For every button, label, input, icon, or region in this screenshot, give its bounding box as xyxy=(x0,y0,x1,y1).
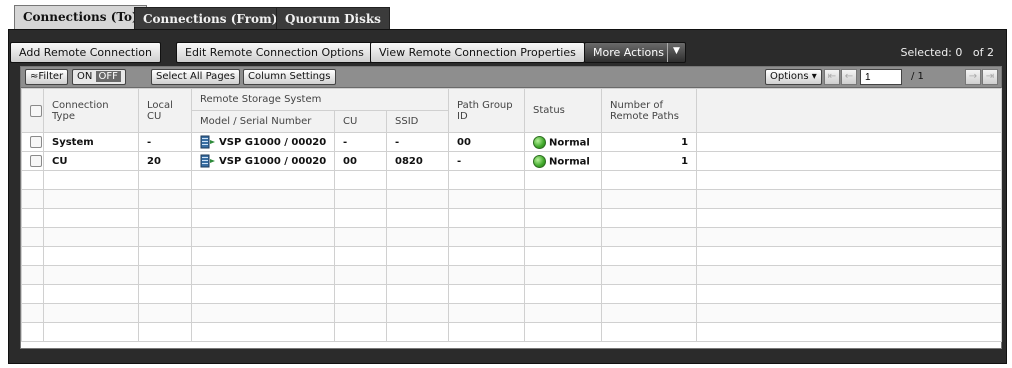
empty-row xyxy=(21,170,1003,190)
header-empty xyxy=(696,88,1003,133)
first-page-icon[interactable]: ⇤ xyxy=(824,69,840,85)
empty-row xyxy=(21,189,1003,209)
cell-remote-paths: 1 xyxy=(601,151,698,171)
header-status[interactable]: Status xyxy=(524,88,603,133)
empty-row xyxy=(21,303,1003,323)
filter-toggle[interactable]: ON OFF xyxy=(72,69,126,85)
cell-model-serial: VSP G1000 / 00020 xyxy=(191,132,335,152)
selected-label: Selected: xyxy=(900,46,952,59)
cell-local-cu: 20 xyxy=(138,151,192,171)
header-model-serial[interactable]: Model / Serial Number xyxy=(191,110,335,133)
cell-ssid: - xyxy=(385,132,450,152)
total-count: 2 xyxy=(987,46,994,59)
edit-remote-connection-options-button[interactable]: Edit Remote Connection Options xyxy=(176,42,373,63)
status-text: Normal xyxy=(549,137,590,148)
cell-cu: 00 xyxy=(334,151,387,171)
empty-row xyxy=(21,322,1003,342)
table-row[interactable]: CU 20 VSP G1000 / 00020 00 0820 - Normal… xyxy=(21,151,1003,171)
select-all-checkbox[interactable] xyxy=(30,104,42,117)
empty-row xyxy=(21,284,1003,304)
header-cu[interactable]: CU xyxy=(334,110,387,133)
selection-summary: Selected: 0 of 2 xyxy=(901,46,995,59)
connections-table: Connection Type Local CU Remote Storage … xyxy=(21,88,1003,342)
cell-connection-type: System xyxy=(43,132,139,152)
select-all-pages-button[interactable]: Select All Pages xyxy=(151,69,241,85)
cell-remote-paths: 1 xyxy=(601,132,698,152)
cell-local-cu: - xyxy=(138,132,192,152)
model-serial-text: VSP G1000 / 00020 xyxy=(219,137,327,148)
empty-row xyxy=(21,246,1003,266)
of-label: of xyxy=(972,46,984,59)
header-local-cu[interactable]: Local CU xyxy=(138,88,192,133)
tab-connections-from[interactable]: Connections (From) xyxy=(134,7,287,29)
status-text: Normal xyxy=(549,156,590,167)
tab-quorum-disks[interactable]: Quorum Disks xyxy=(276,7,390,29)
table-container: ≈Filter ON OFF Select All Pages Column S… xyxy=(20,66,1003,349)
next-page-icon[interactable]: → xyxy=(965,69,981,85)
header-path-group-id[interactable]: Path Group ID xyxy=(448,88,526,133)
header-connection-type[interactable]: Connection Type xyxy=(43,88,139,133)
cell-model-serial: VSP G1000 / 00020 xyxy=(191,151,335,171)
cell-ssid: 0820 xyxy=(385,151,450,171)
column-settings-button[interactable]: Column Settings xyxy=(243,69,336,85)
header-ssid[interactable]: SSID xyxy=(385,110,450,133)
last-page-icon[interactable]: ⇥ xyxy=(982,69,998,85)
cell-path-group-id: 00 xyxy=(448,132,526,152)
cell-status: Normal xyxy=(524,132,603,152)
more-actions-label: More Actions xyxy=(593,46,664,59)
cell-path-group-id: - xyxy=(448,151,526,171)
row-checkbox[interactable] xyxy=(30,155,42,167)
options-button[interactable]: Options ▾ xyxy=(765,69,822,85)
cell-empty xyxy=(696,151,1003,171)
chevron-down-icon[interactable]: ▼ xyxy=(667,43,685,62)
selected-count: 0 xyxy=(955,46,963,59)
row-checkbox[interactable] xyxy=(30,136,42,148)
cell-cu: - xyxy=(334,132,387,152)
status-normal-icon xyxy=(533,154,547,168)
storage-system-icon xyxy=(200,154,215,168)
select-all-header[interactable] xyxy=(21,88,44,133)
empty-row xyxy=(21,265,1003,285)
page-total: / 1 xyxy=(911,71,924,82)
empty-row xyxy=(21,227,1003,247)
previous-page-icon[interactable]: ← xyxy=(841,69,857,85)
status-normal-icon xyxy=(533,135,547,149)
cell-status: Normal xyxy=(524,151,603,171)
cell-empty xyxy=(696,132,1003,152)
filter-button[interactable]: ≈Filter xyxy=(25,69,69,85)
empty-row xyxy=(21,208,1003,228)
table-row[interactable]: System - VSP G1000 / 00020 - - 00 Normal… xyxy=(21,132,1003,152)
row-checkbox-cell[interactable] xyxy=(21,151,44,171)
tab-connections-to[interactable]: Connections (To) xyxy=(14,5,147,31)
more-actions-button[interactable]: More Actions ▼ xyxy=(584,42,686,63)
row-checkbox-cell[interactable] xyxy=(21,132,44,152)
filter-bar: ≈Filter ON OFF Select All Pages Column S… xyxy=(21,67,1001,88)
filter-on-label[interactable]: ON xyxy=(77,71,92,82)
header-remote-storage-system: Remote Storage System xyxy=(190,88,450,111)
filter-off-label[interactable]: OFF xyxy=(95,71,121,82)
page-number-input[interactable] xyxy=(860,69,902,85)
add-remote-connection-button[interactable]: Add Remote Connection xyxy=(10,42,161,63)
view-remote-connection-properties-button[interactable]: View Remote Connection Properties xyxy=(370,42,585,63)
cell-connection-type: CU xyxy=(43,151,139,171)
action-toolbar: Add Remote Connection Edit Remote Connec… xyxy=(10,42,1002,64)
tab-bar: Connections (To) Connections (From) Quor… xyxy=(0,0,1012,31)
storage-system-icon xyxy=(200,135,215,149)
header-number-of-remote-paths[interactable]: Number of Remote Paths xyxy=(601,88,698,133)
model-serial-text: VSP G1000 / 00020 xyxy=(219,156,327,167)
